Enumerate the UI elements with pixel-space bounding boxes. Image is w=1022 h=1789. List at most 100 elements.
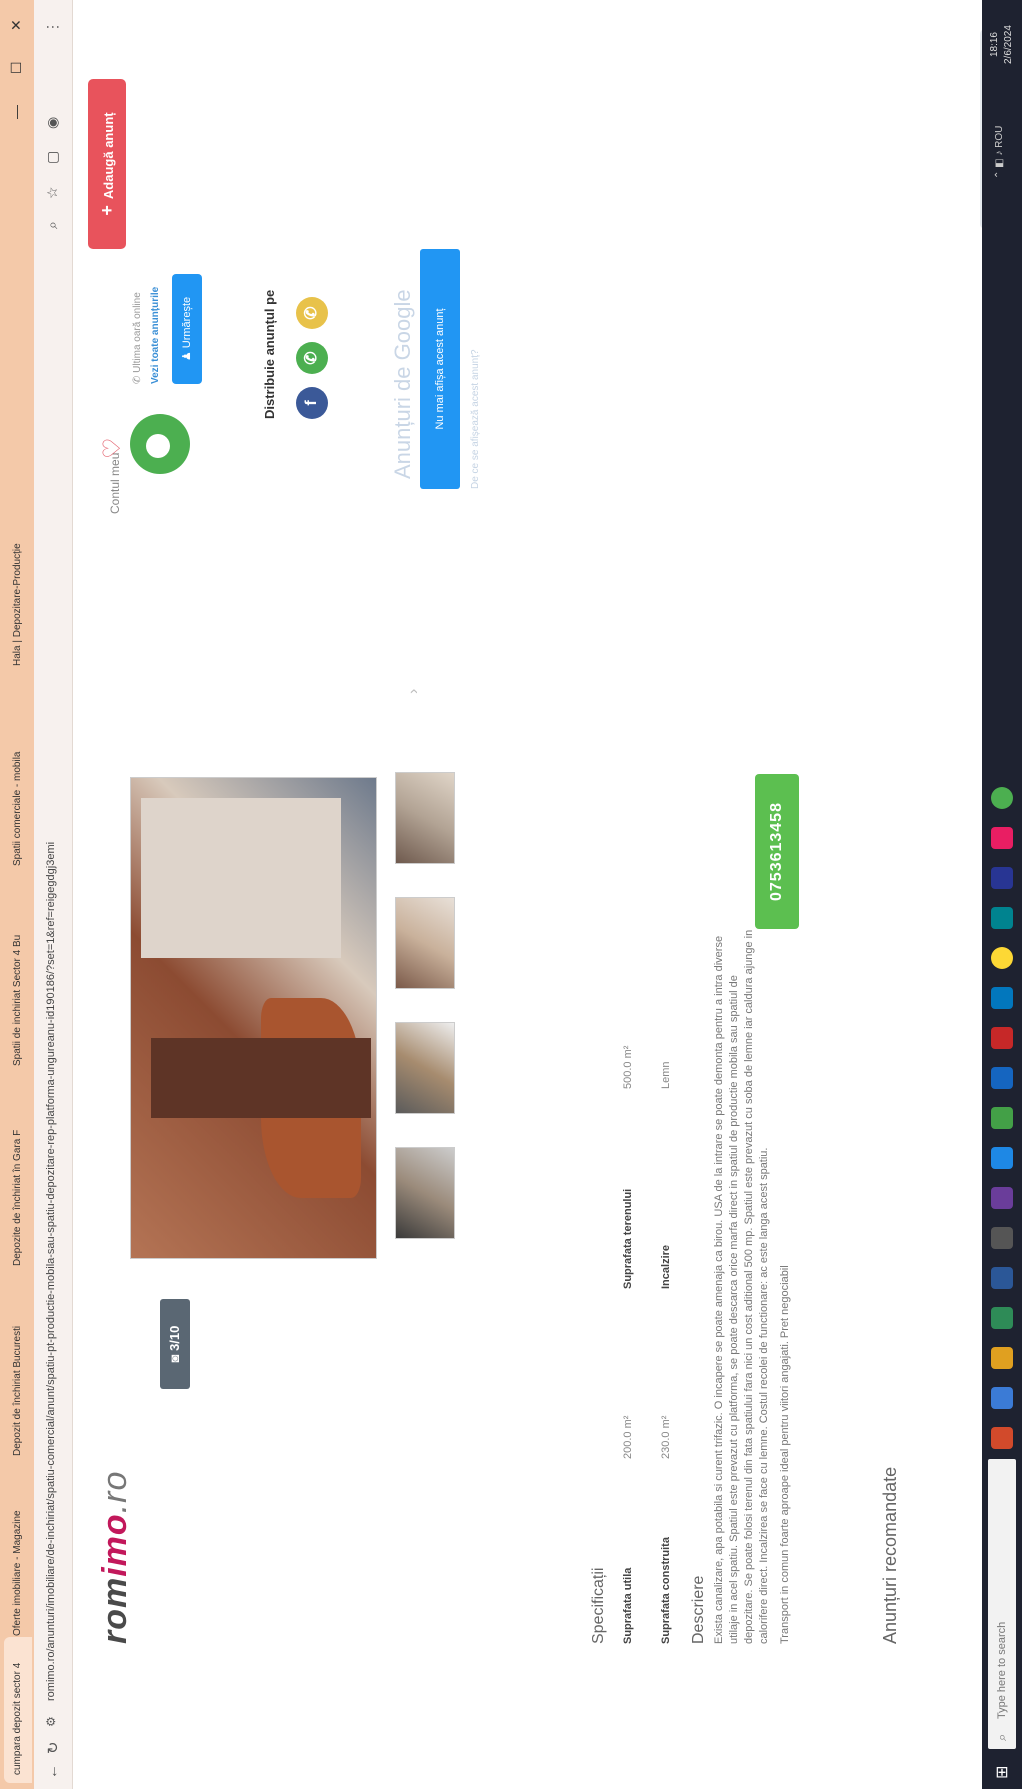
- taskbar-app-icon[interactable]: [991, 1067, 1013, 1089]
- site-logo[interactable]: romimo.ro: [96, 1471, 135, 1644]
- description-body: Exista canalizare, apa potabila si curen…: [712, 924, 799, 1644]
- back-icon[interactable]: ←: [44, 1764, 61, 1779]
- browser-tab[interactable]: cumpara depozit sector 4: [4, 1637, 32, 1783]
- thumbnail[interactable]: [395, 1147, 455, 1239]
- close-window-icon[interactable]: ✕: [8, 19, 25, 31]
- browser-tab[interactable]: Depozit de închiriat Bucuresti: [4, 1268, 32, 1464]
- thumbnail[interactable]: [395, 772, 455, 864]
- taskbar-search-box[interactable]: ⌕ Type here to search: [988, 1459, 1016, 1749]
- search-page-icon[interactable]: ⌕: [44, 221, 61, 229]
- taskbar-app-icon[interactable]: [991, 1147, 1013, 1169]
- taskbar-app-icon[interactable]: [991, 827, 1013, 849]
- taskbar-app-icon[interactable]: [991, 1387, 1013, 1409]
- specs-title: Specificații: [590, 1567, 607, 1644]
- all-ads-link[interactable]: Vezi toate anunțurile: [150, 287, 161, 384]
- main-listing-photo[interactable]: [130, 777, 377, 1259]
- thumbnail[interactable]: [395, 1022, 455, 1114]
- taskbar-app-icon[interactable]: [991, 787, 1013, 809]
- taskbar-app-icon[interactable]: [991, 1267, 1013, 1289]
- browser-tab[interactable]: Spatii de inchiriat Sector 4 Bu: [4, 868, 32, 1074]
- tab-label: Oferte imobiliare - Magazine: [12, 1510, 23, 1636]
- tab-label: Spatii comerciale - mobila: [12, 751, 23, 867]
- bookmark-star-icon[interactable]: ☆: [44, 186, 61, 199]
- browser-tab[interactable]: Oferte imobiliare - Magazine: [4, 1458, 32, 1644]
- browser-tab-bar: cumpara depozit sector 4 Oferte imobilia…: [0, 0, 34, 1789]
- site-info-icon[interactable]: ⚙: [44, 1716, 58, 1727]
- url-field[interactable]: romimo.ro/anunturi/imobiliare/de-inchiri…: [45, 842, 57, 1701]
- spec-row: Suprafata terenului: [622, 1189, 634, 1289]
- spec-row: Suprafata utila: [622, 1568, 634, 1644]
- description-paragraph: Transport in comun foarte aproape ideal …: [779, 1265, 791, 1644]
- taskbar-app-icon[interactable]: [991, 947, 1013, 969]
- taskbar-app-icon[interactable]: [991, 1187, 1013, 1209]
- phone-number-button[interactable]: 0753613458: [755, 774, 799, 929]
- tab-label: Depozit de închiriat Bucuresti: [12, 1325, 23, 1456]
- photo-counter-badge: ◙ 3/10: [160, 1299, 190, 1389]
- thumbnail-strip: [395, 772, 455, 1239]
- photo-beam: [151, 1038, 371, 1118]
- description-paragraph: Exista canalizare, apa potabila si curen…: [713, 929, 770, 1644]
- plus-icon: +: [97, 205, 117, 216]
- taskbar-app-icon[interactable]: [991, 1107, 1013, 1129]
- taskbar-app-icon[interactable]: [991, 867, 1013, 889]
- tray-language: ROU: [994, 125, 1005, 148]
- taskbar-app-icon[interactable]: [991, 1227, 1013, 1249]
- windows-start-icon[interactable]: ⊞: [992, 1766, 1012, 1779]
- taskbar-app-icon[interactable]: [991, 1427, 1013, 1449]
- taskbar-app-icon[interactable]: [991, 1347, 1013, 1369]
- search-icon: ⌕: [994, 1733, 1009, 1741]
- account-link[interactable]: Contul meu: [108, 453, 122, 514]
- tab-label: Hala | Depozitare-Producție: [12, 543, 23, 666]
- whatsapp-icon[interactable]: ✆: [296, 342, 328, 374]
- logo-suffix: .ro: [96, 1470, 134, 1514]
- follow-button[interactable]: ♟ Urmărește: [172, 274, 202, 384]
- refresh-icon[interactable]: ↻: [44, 1741, 62, 1754]
- tab-label: Depozite de închiriat în Gara F: [12, 1129, 23, 1266]
- thumbnail[interactable]: [395, 897, 455, 989]
- follow-label: Urmărește: [181, 296, 193, 349]
- spec-value-cell: Lemn: [660, 1061, 672, 1089]
- menu-icon[interactable]: ⋮: [44, 20, 61, 34]
- spec-row: Suprafata construita: [660, 1537, 672, 1644]
- tray-icons: ⌃ ◧ ♪: [994, 147, 1005, 179]
- stop-ad-button[interactable]: Nu mai afișa acest anunț: [420, 249, 460, 489]
- spec-value: 500.0 m²: [622, 1045, 634, 1089]
- google-ads-title: Anunțuri de Google: [390, 289, 415, 479]
- browser-tab[interactable]: Depozite de închiriat în Gara F: [4, 1068, 32, 1274]
- logo-highlight: imo: [96, 1513, 134, 1577]
- phone-icon: ✆: [132, 372, 143, 384]
- taskbar-app-icon[interactable]: [991, 1027, 1013, 1049]
- clock-date: 2/6/2024: [1003, 25, 1014, 64]
- taskbar-clock[interactable]: 18:16 2/6/2024: [988, 25, 1016, 64]
- spec-value: 230.0 m²: [660, 1415, 672, 1459]
- taskbar-app-icon[interactable]: [991, 907, 1013, 929]
- favorites-heart-icon[interactable]: ♡: [98, 437, 127, 459]
- gallery-next-icon[interactable]: ›: [405, 689, 423, 694]
- taskbar-app-icon[interactable]: [991, 987, 1013, 1009]
- online-text: Ultima oară online: [132, 292, 143, 373]
- add-listing-label: Adaugă anunț: [101, 112, 116, 200]
- description-title: Descriere: [690, 1575, 707, 1644]
- minimize-icon[interactable]: —: [8, 105, 24, 119]
- photo-wall: [141, 798, 341, 958]
- spec-value-cell: 200.0 m²: [622, 1416, 634, 1459]
- taskbar-app-icon[interactable]: [991, 1307, 1013, 1329]
- share-label: Distribuie anunțul pe: [262, 289, 277, 419]
- spec-value-cell: 500.0 m²: [622, 1046, 634, 1089]
- facebook-icon[interactable]: f: [296, 387, 328, 419]
- viber-icon[interactable]: ✆: [296, 297, 328, 329]
- browser-tab[interactable]: Spatii comerciale - mobila: [4, 668, 32, 874]
- browser-tab[interactable]: Hala | Depozitare-Producție: [4, 468, 32, 674]
- browser-address-bar: ← ↻ ⚙ romimo.ro/anunturi/imobiliare/de-i…: [34, 0, 73, 1789]
- maximize-icon[interactable]: ☐: [8, 61, 25, 74]
- seller-online-status: ✆ Ultima oară online: [132, 292, 143, 384]
- profile-icon[interactable]: ◉: [44, 117, 61, 129]
- tab-label: Spatii de inchiriat Sector 4 Bu: [12, 934, 23, 1066]
- spec-value-cell: 230.0 m²: [660, 1416, 672, 1459]
- seller-avatar[interactable]: [130, 414, 190, 474]
- extensions-icon[interactable]: ▢: [44, 151, 61, 164]
- system-tray[interactable]: ⌃ ◧ ♪ ROU: [994, 126, 1005, 179]
- add-listing-button[interactable]: + Adaugă anunț: [88, 79, 126, 249]
- why-ad-link[interactable]: De ce se afișează acest anunț?: [470, 349, 481, 489]
- spec-value: 200.0 m²: [622, 1415, 634, 1459]
